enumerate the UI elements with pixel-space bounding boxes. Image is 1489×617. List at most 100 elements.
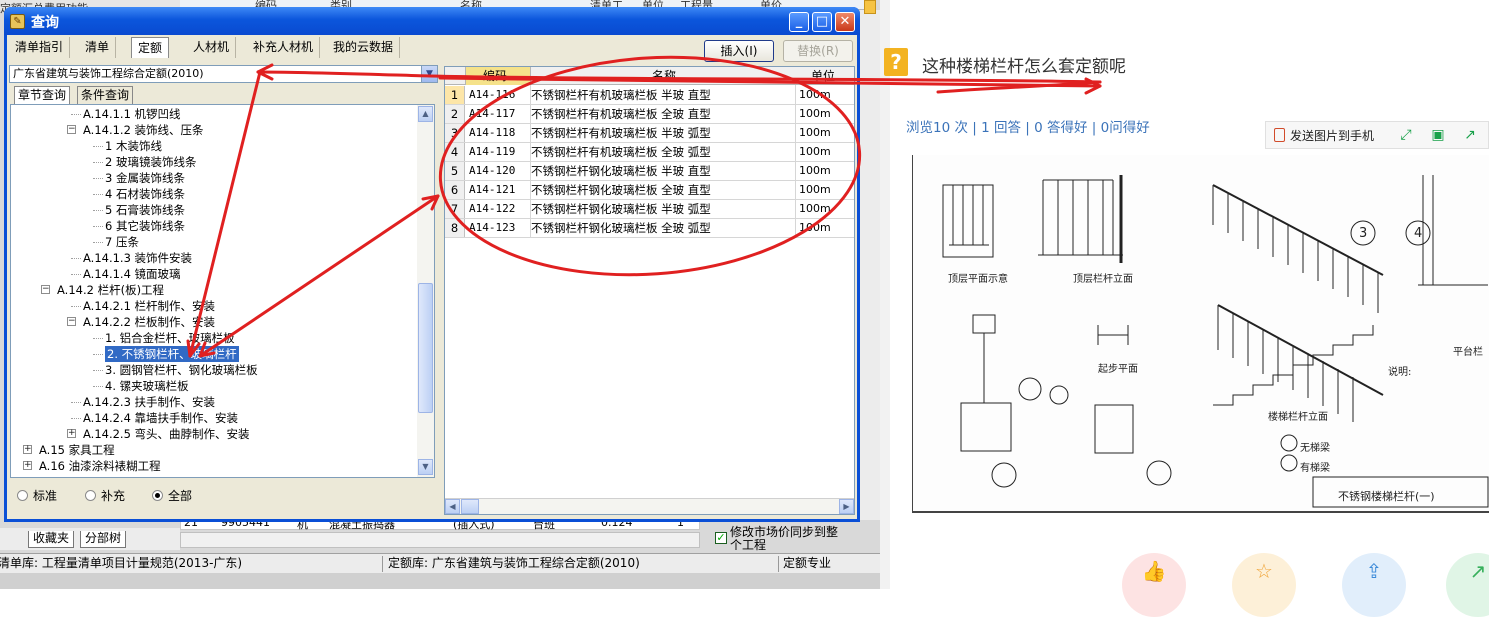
scroll-down-icon[interactable]: ▼	[418, 459, 433, 475]
scroll-thumb[interactable]	[418, 283, 433, 413]
tab-supplement-labor-material[interactable]: 补充人材机	[247, 37, 321, 58]
bg-yellow-tab[interactable]	[864, 0, 876, 14]
share-icon[interactable]: ↗	[1462, 127, 1478, 143]
expand-icon[interactable]: +	[67, 429, 76, 438]
table-row[interactable]: 3 A14-118 不锈钢栏杆有机玻璃栏板 半玻 弧型 100m	[445, 124, 854, 143]
maximize-button[interactable]: □	[812, 12, 832, 32]
tree-node[interactable]: 3 金属装饰线条	[105, 170, 185, 186]
radio-supplement[interactable]: 补充	[85, 487, 125, 504]
grid-horizontal-scrollbar[interactable]: ◀ ▶	[445, 498, 854, 514]
tree-node-selected[interactable]: 2. 不锈钢栏杆、玻璃栏杆	[105, 346, 239, 362]
sync-market-price-option[interactable]: ✓ 修改市场价同步到整个工程	[712, 526, 872, 554]
tab-chapter-query[interactable]: 章节查询	[14, 86, 71, 104]
next-icon[interactable]: ↗	[1446, 553, 1489, 617]
tree-node[interactable]: 5 石膏装饰线条	[105, 202, 185, 218]
send-to-phone-button[interactable]: 发送图片到手机	[1274, 127, 1374, 144]
dialog-titlebar[interactable]: ✎ 查询 _ □ ✕	[4, 7, 860, 35]
sync-checkbox[interactable]: ✓	[715, 532, 727, 544]
tab-quota[interactable]: 定额	[131, 37, 170, 58]
table-row[interactable]: 1 A14-116 不锈钢栏杆有机玻璃栏板 半玻 直型 100m	[445, 86, 854, 105]
tree-node[interactable]: 1. 铝合金栏杆、玻璃栏板	[105, 330, 235, 346]
radio-all[interactable]: 全部	[152, 487, 192, 504]
table-row[interactable]: 5 A14-120 不锈钢栏杆钢化玻璃栏板 半玻 直型 100m	[445, 162, 854, 181]
quota-code: A14-121	[469, 183, 516, 196]
bg-right-strip	[860, 10, 880, 520]
minimize-button[interactable]: _	[789, 12, 809, 32]
tab-labor-material[interactable]: 人材机	[187, 37, 237, 58]
quota-unit: 100m	[799, 183, 831, 196]
scroll-thumb[interactable]	[461, 499, 479, 514]
tree-node[interactable]: A.14.2.1 栏杆制作、安装	[83, 298, 215, 314]
tree-node[interactable]: 3. 圆钢管栏杆、钢化玻璃栏板	[105, 362, 258, 378]
tree-node[interactable]: A.14.2.3 扶手制作、安装	[83, 394, 215, 410]
column-divider	[530, 85, 531, 237]
quota-unit: 100m	[799, 164, 831, 177]
tree-node[interactable]: A.14.2.2 栏板制作、安装	[83, 314, 215, 330]
tree-vertical-scrollbar[interactable]: ▲ ▼	[417, 105, 434, 477]
tree-node[interactable]: A.15 家具工程	[39, 442, 115, 458]
tree-node[interactable]: A.14.2.5 弯头、曲脖制作、安装	[83, 426, 250, 442]
tree-node[interactable]: 1 木装饰线	[105, 138, 162, 154]
scroll-right-icon[interactable]: ▶	[839, 499, 854, 514]
status-separator	[778, 556, 779, 572]
quota-library-select[interactable]: 广东省建筑与装饰工程综合定额(2010) ▼	[9, 65, 438, 83]
expand-icon[interactable]: +	[23, 445, 32, 454]
tree-node[interactable]: A.14.2 栏杆(板)工程	[57, 282, 164, 298]
app-icon: ✎	[10, 14, 25, 29]
table-row[interactable]: 2 A14-117 不锈钢栏杆有机玻璃栏板 全玻 直型 100m	[445, 105, 854, 124]
tab-division-tree[interactable]: 分部树	[80, 531, 127, 548]
tree-node[interactable]: A.14.2.4 靠墙扶手制作、安装	[83, 410, 238, 426]
collapse-icon[interactable]: −	[67, 125, 76, 134]
scroll-up-icon[interactable]: ▲	[418, 106, 433, 122]
table-row[interactable]: 4 A14-119 不锈钢栏杆有机玻璃栏板 全玻 弧型 100m	[445, 143, 854, 162]
tree-node[interactable]: 6 其它装饰线条	[105, 218, 185, 234]
chevron-down-icon[interactable]: ▼	[421, 66, 437, 82]
header-unit[interactable]: 单位	[811, 67, 835, 85]
fullscreen-icon[interactable]: ⤢	[1398, 127, 1414, 143]
header-name[interactable]: 名称	[652, 67, 676, 85]
save-icon[interactable]: ▣	[1430, 127, 1446, 143]
tree-node[interactable]: A.16 油漆涂料裱糊工程	[39, 458, 161, 474]
tab-condition-query[interactable]: 条件查询	[77, 86, 134, 104]
collapse-icon[interactable]: −	[41, 285, 50, 294]
tree-connector	[93, 194, 103, 195]
share-icon[interactable]: ⇪	[1342, 553, 1406, 617]
tree-node[interactable]: A.14.1.1 机锣凹线	[83, 106, 181, 122]
header-code[interactable]: 编码	[483, 67, 507, 85]
table-row[interactable]: 8 A14-123 不锈钢栏杆钢化玻璃栏板 全玻 弧型 100m	[445, 219, 854, 238]
radio-standard[interactable]: 标准	[17, 487, 57, 504]
table-row[interactable]: 7 A14-122 不锈钢栏杆钢化玻璃栏板 半玻 弧型 100m	[445, 200, 854, 219]
tree-node[interactable]: 4 石材装饰线条	[105, 186, 185, 202]
insert-button[interactable]: 插入(I)	[704, 40, 774, 62]
tree-node[interactable]: A.14.1.4 镜面玻璃	[83, 266, 181, 282]
star-icon[interactable]: ☆	[1232, 553, 1296, 617]
replace-button[interactable]: 替换(R)	[783, 40, 853, 62]
quota-code: A14-116	[469, 88, 516, 101]
question-stats[interactable]: 浏览10 次 | 1 回答 | 0 答得好 | 0问得好	[906, 116, 1150, 136]
tree-node[interactable]: 2 玻璃镜装饰线条	[105, 154, 196, 170]
scroll-left-icon[interactable]: ◀	[445, 499, 460, 514]
quota-library-value: 广东省建筑与装饰工程综合定额(2010)	[13, 67, 204, 80]
tree-node[interactable]: 4. 镙夹玻璃栏板	[105, 378, 189, 394]
stair-railing-drawing[interactable]: 顶层平面示意 顶层栏杆立面 楼梯栏杆立面 起步平面 说明: 无梯梁 有梯梁 不锈…	[912, 155, 1489, 513]
collapse-icon[interactable]: −	[67, 317, 76, 326]
bg-bottom-area	[0, 573, 880, 589]
tab-list-guide[interactable]: 清单指引	[9, 37, 71, 58]
tree-node[interactable]: 7 压条	[105, 234, 139, 250]
thumb-up-icon[interactable]: 👍	[1122, 553, 1186, 617]
table-row[interactable]: 6 A14-121 不锈钢栏杆钢化玻璃栏板 全玻 直型 100m	[445, 181, 854, 200]
expand-icon[interactable]: +	[23, 461, 32, 470]
bg-horizontal-scrollbar[interactable]	[180, 532, 700, 548]
column-divider	[795, 85, 796, 237]
close-button[interactable]: ✕	[835, 12, 855, 32]
row-number: 6	[445, 181, 465, 199]
tab-favorites[interactable]: 收藏夹	[28, 531, 75, 548]
tree-node[interactable]: A.14.1.2 装饰线、压条	[83, 122, 204, 138]
tab-cloud-data[interactable]: 我的云数据	[327, 37, 401, 58]
row-number: 1	[445, 86, 465, 104]
chapter-tree[interactable]: ▲ ▼ A.14.1.1 机锣凹线 − A.14.1.2 装饰线、压条 1 木装饰线 2…	[10, 104, 435, 478]
tree-node[interactable]: A.14.1.3 装饰件安装	[83, 250, 192, 266]
quota-grid[interactable]: 编码 名称 单位 ◀ ▶ 1 A14-116 不锈钢栏杆有机玻璃栏板 半玻 直型 10…	[444, 66, 855, 515]
drawing-lines	[942, 175, 1489, 508]
tab-list[interactable]: 清单	[79, 37, 117, 58]
